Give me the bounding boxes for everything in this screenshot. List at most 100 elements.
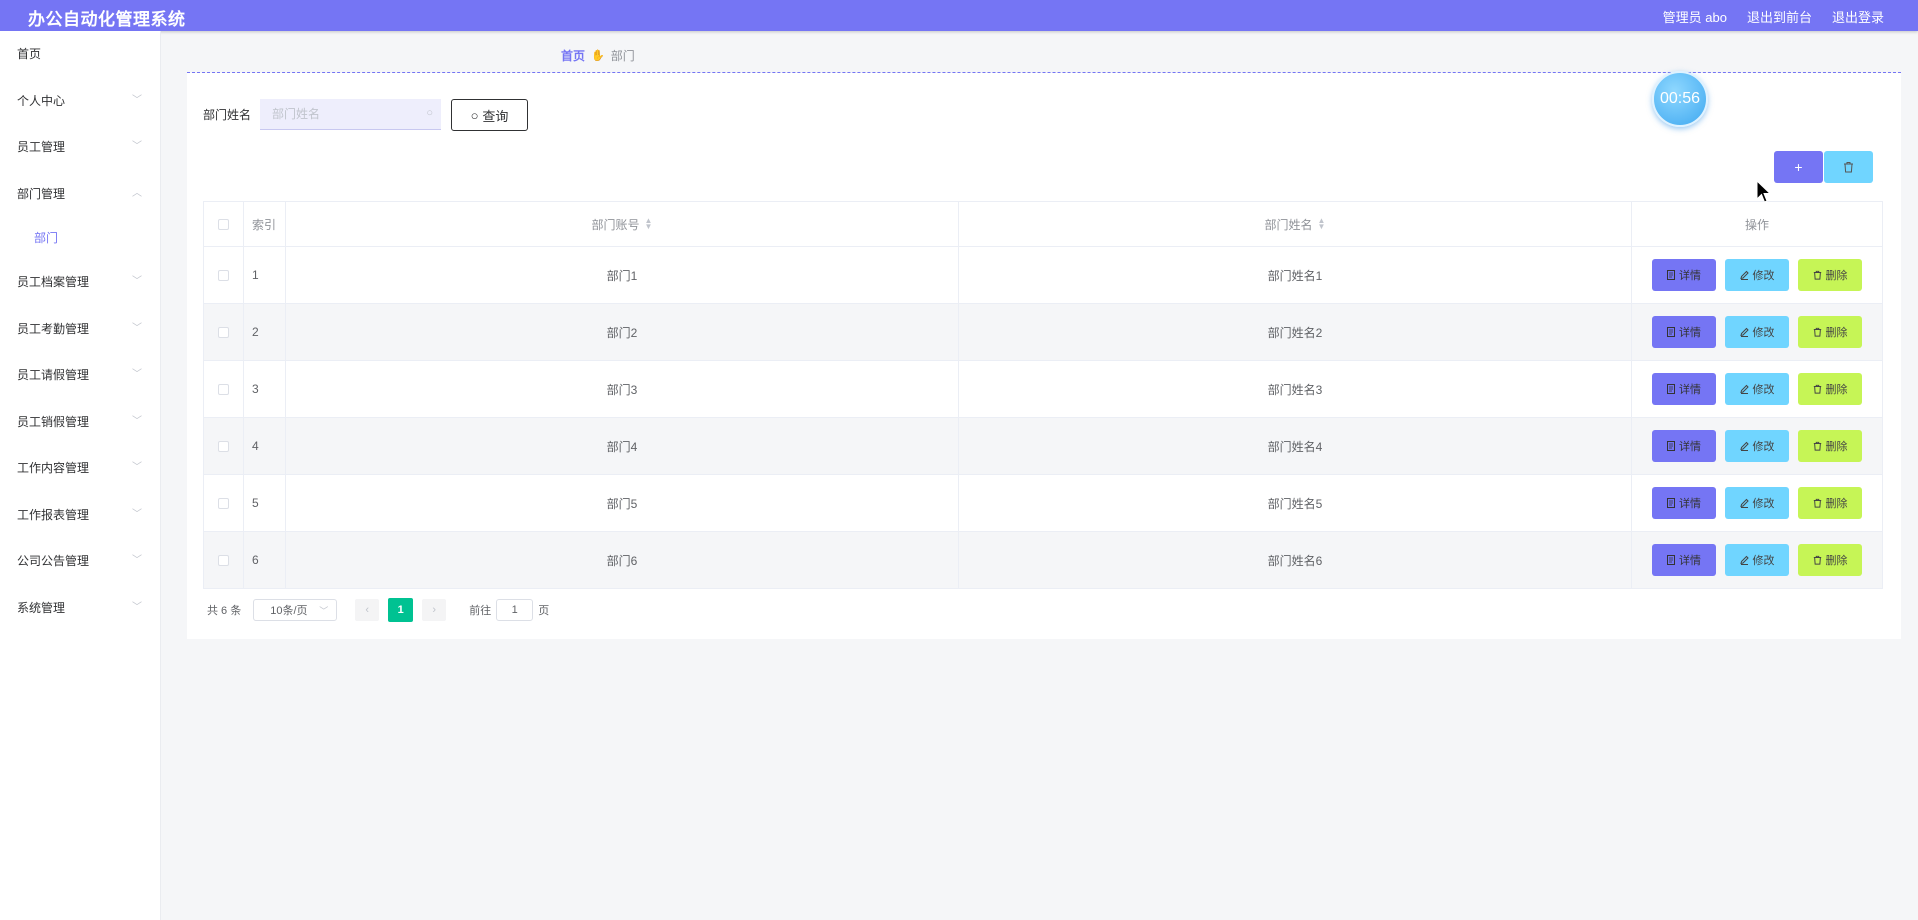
column-header-label: 部门账号 <box>591 217 640 232</box>
chevron-down-icon: ﹀ <box>132 601 142 613</box>
next-page-button[interactable]: › <box>422 599 447 621</box>
table-header: 索引 部门账号 ▲ ▼ 部门姓名 ▲ ▼ 操作 <box>203 202 1883 247</box>
table-row[interactable]: 2 部门2 部门姓名2 详情 修改 删除 <box>203 304 1883 361</box>
header-checkbox-cell <box>203 202 244 246</box>
sidebar-item-announcement[interactable]: 公司公告管理 ﹀ <box>0 538 160 585</box>
edit-button[interactable]: 修改 <box>1725 430 1789 462</box>
trash-icon <box>1813 270 1821 280</box>
table-row[interactable]: 6 部门6 部门姓名6 详情 修改 删除 <box>203 532 1883 589</box>
select-all-checkbox[interactable] <box>218 218 229 230</box>
cell-ops: 详情 修改 删除 <box>1632 475 1883 531</box>
column-header-ops: 操作 <box>1632 202 1883 246</box>
sidebar-item-leave-cancel[interactable]: 员工销假管理 ﹀ <box>0 399 160 446</box>
chevron-down-icon: ﹀ <box>319 606 329 616</box>
delete-button[interactable]: 删除 <box>1798 316 1862 348</box>
table-row[interactable]: 4 部门4 部门姓名4 详情 修改 删除 <box>203 418 1883 475</box>
document-icon <box>1667 270 1675 280</box>
sidebar-item-employee-archive[interactable]: 员工档案管理 ﹀ <box>0 259 160 306</box>
column-header-account[interactable]: 部门账号 ▲ ▼ <box>286 202 959 246</box>
exit-to-front-link[interactable]: 退出到前台 <box>1747 7 1812 26</box>
detail-button-label: 详情 <box>1679 441 1701 453</box>
trash-icon <box>1813 441 1821 451</box>
detail-button-label: 详情 <box>1679 498 1701 510</box>
sidebar-item-work-content[interactable]: 工作内容管理 ﹀ <box>0 445 160 492</box>
delete-button-label: 删除 <box>1825 327 1848 339</box>
detail-button[interactable]: 详情 <box>1652 487 1716 519</box>
query-button[interactable]: ○ 查询 <box>451 99 528 131</box>
detail-button-label: 详情 <box>1679 327 1701 339</box>
timer-bubble[interactable]: 00:56 <box>1652 71 1708 127</box>
edit-button[interactable]: 修改 <box>1725 373 1789 405</box>
breadcrumb-home[interactable]: 首页 <box>561 47 585 64</box>
delete-button-label: 删除 <box>1825 441 1848 453</box>
goto-page-input[interactable] <box>496 599 534 621</box>
delete-button[interactable]: 删除 <box>1798 487 1862 519</box>
batch-delete-button[interactable] <box>1824 151 1873 183</box>
edit-button[interactable]: 修改 <box>1725 316 1789 348</box>
edit-button[interactable]: 修改 <box>1725 487 1789 519</box>
cell-ops: 详情 修改 删除 <box>1632 247 1883 303</box>
sort-icon[interactable]: ▲ ▼ <box>645 217 653 231</box>
delete-button[interactable]: 删除 <box>1798 259 1862 291</box>
detail-button[interactable]: 详情 <box>1652 316 1716 348</box>
sidebar-item-work-report[interactable]: 工作报表管理 ﹀ <box>0 492 160 539</box>
row-checkbox[interactable] <box>218 383 229 395</box>
edit-button[interactable]: 修改 <box>1725 544 1789 576</box>
query-button-label: 查询 <box>482 108 509 124</box>
sort-icon[interactable]: ▲ ▼ <box>1318 217 1326 231</box>
edit-button[interactable]: 修改 <box>1725 259 1789 291</box>
table-row[interactable]: 5 部门5 部门姓名5 详情 修改 删除 <box>203 475 1883 532</box>
sidebar-item-department[interactable]: 部门管理 ︿ <box>0 171 160 218</box>
detail-button[interactable]: 详情 <box>1652 544 1716 576</box>
sidebar-item-system[interactable]: 系统管理 ﹀ <box>0 585 160 632</box>
delete-button-label: 删除 <box>1825 270 1848 282</box>
sidebar-item-leave[interactable]: 员工请假管理 ﹀ <box>0 352 160 399</box>
detail-button[interactable]: 详情 <box>1652 430 1716 462</box>
delete-button[interactable]: 删除 <box>1798 430 1862 462</box>
goto-suffix: 页 <box>538 605 550 617</box>
delete-button[interactable]: 删除 <box>1798 373 1862 405</box>
prev-page-button[interactable]: ‹ <box>355 599 380 621</box>
table-row[interactable]: 1 部门1 部门姓名1 详情 修改 删除 <box>203 247 1883 304</box>
sidebar-item-label: 系统管理 <box>17 600 66 615</box>
delete-button-label: 删除 <box>1825 498 1848 510</box>
sidebar-item-attendance[interactable]: 员工考勤管理 ﹀ <box>0 306 160 353</box>
detail-button[interactable]: 详情 <box>1652 259 1716 291</box>
cell-account: 部门3 <box>286 361 959 417</box>
chevron-down-icon: ﹀ <box>132 276 142 287</box>
cell-index: 2 <box>244 304 286 360</box>
pagination: 共 6 条 10条/页 ﹀ ‹ 1 › 前往 页 <box>207 598 549 622</box>
sidebar-item-employee[interactable]: 员工管理 ﹀ <box>0 124 160 171</box>
cell-account: 部门2 <box>286 304 959 360</box>
sidebar-item-personal-center[interactable]: 个人中心 ﹀ <box>0 78 160 125</box>
trash-icon <box>1813 384 1821 394</box>
detail-button[interactable]: 详情 <box>1652 373 1716 405</box>
app-title: 办公自动化管理系统 <box>28 10 186 29</box>
row-checkbox[interactable] <box>218 440 229 452</box>
logout-link[interactable]: 退出登录 <box>1832 7 1884 26</box>
page-number-active[interactable]: 1 <box>388 598 414 622</box>
goto-page: 前往 页 <box>469 599 549 621</box>
search-input[interactable] <box>272 107 412 121</box>
chevron-down-icon: ﹀ <box>132 555 142 566</box>
trash-icon <box>1813 498 1821 508</box>
delete-button[interactable]: 删除 <box>1798 544 1862 576</box>
chevron-down-icon: ﹀ <box>132 508 142 520</box>
sidebar-item-home[interactable]: 首页 <box>0 31 160 78</box>
cell-index: 4 <box>244 418 286 474</box>
column-header-name[interactable]: 部门姓名 ▲ ▼ <box>959 202 1632 246</box>
search-icon: ○ <box>470 107 479 123</box>
sidebar-subitem-department[interactable]: 部门 <box>0 217 160 259</box>
table-row[interactable]: 3 部门3 部门姓名3 详情 修改 删除 <box>203 361 1883 418</box>
row-checkbox[interactable] <box>218 326 229 338</box>
trash-icon <box>1813 327 1821 337</box>
row-checkbox[interactable] <box>218 269 229 281</box>
row-checkbox[interactable] <box>218 497 229 509</box>
cell-account: 部门4 <box>286 418 959 474</box>
trash-icon <box>1813 555 1821 565</box>
add-button[interactable]: + <box>1774 151 1823 183</box>
breadcrumb: 首页 ✋ 部门 <box>561 47 635 64</box>
cell-index: 5 <box>244 475 286 531</box>
page-size-select[interactable]: 10条/页 ﹀ <box>253 599 338 621</box>
row-checkbox[interactable] <box>218 554 229 566</box>
